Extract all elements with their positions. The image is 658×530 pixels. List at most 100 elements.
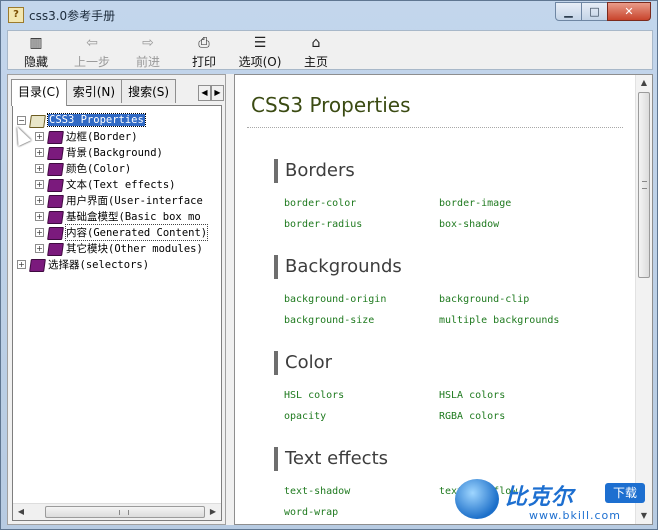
section-heading-color: Color [274, 351, 332, 375]
expand-icon[interactable]: + [35, 131, 44, 141]
book-icon [47, 162, 63, 175]
back-button-label: 上一步 [73, 55, 110, 69]
book-icon [47, 130, 63, 143]
hide-pane-icon: ▥ [29, 35, 43, 51]
tree-node-text-effects[interactable]: + 文本(Text effects) [35, 176, 176, 192]
link-rgba-colors[interactable]: RGBA colors [439, 411, 505, 422]
section-heading-text-effects: Text effects [274, 447, 388, 471]
window-controls: ▁ □ ✕ [555, 2, 651, 21]
tree-node-label: 用户界面(User-interface [66, 194, 203, 207]
watermark-badge: 下载 [605, 483, 645, 503]
print-button-label: 打印 [191, 55, 216, 69]
window-title: css3.0参考手册 [29, 9, 116, 23]
open-book-icon [29, 114, 45, 127]
expand-icon[interactable]: + [35, 147, 44, 157]
hide-button[interactable]: ▥ 隐藏 [8, 31, 64, 69]
forward-button-label: 前进 [135, 55, 160, 69]
title-bar[interactable]: ? css3.0参考手册 ▁ □ ✕ [1, 1, 657, 29]
link-background-origin[interactable]: background-origin [284, 294, 386, 305]
link-opacity[interactable]: opacity [284, 411, 326, 422]
link-multiple-backgrounds[interactable]: multiple backgrounds [439, 315, 559, 326]
tab-scroll-right-icon[interactable]: ▶ [211, 85, 224, 101]
tree-node-border[interactable]: + 边框(Border) [35, 128, 138, 144]
tree-node-label: 边框(Border) [66, 130, 138, 143]
tree-node-selectors[interactable]: + 选择器(selectors) [17, 256, 149, 272]
expand-icon[interactable]: + [35, 195, 44, 205]
tree-node-css3-properties[interactable]: − CSS3 Properties [17, 112, 146, 128]
options-icon: ☰ [253, 35, 267, 51]
link-hsla-colors[interactable]: HSLA colors [439, 390, 505, 401]
options-button[interactable]: ☰ 选项(O) [232, 31, 288, 69]
tree-node-user-interface[interactable]: + 用户界面(User-interface [35, 192, 203, 208]
tab-contents[interactable]: 目录(C) [11, 79, 67, 106]
tab-scroll: ◀ ▶ [198, 79, 224, 105]
content-vertical-scrollbar[interactable]: ▲ ▼ [635, 75, 652, 524]
expand-icon[interactable]: + [35, 211, 44, 221]
forward-arrow-icon: ⇨ [142, 35, 154, 51]
tree-node-label: 内容(Generated Content) [64, 223, 209, 241]
home-button-label: 主页 [303, 55, 328, 69]
hide-button-label: 隐藏 [23, 55, 48, 69]
scroll-thumb[interactable] [638, 92, 650, 278]
options-button-label: 选项(O) [238, 55, 282, 69]
tree-node-other-modules[interactable]: + 其它模块(Other modules) [35, 240, 203, 256]
page-title: CSS3 Properties [251, 93, 411, 117]
tree-node-label: 基础盒模型(Basic box mo [66, 210, 201, 223]
scroll-right-icon[interactable]: ▶ [205, 504, 221, 520]
watermark-logo-icon [455, 479, 499, 519]
forward-button[interactable]: ⇨ 前进 [120, 31, 176, 69]
title-divider [247, 127, 623, 128]
tree-node-label: 颜色(Color) [66, 162, 132, 175]
scroll-left-icon[interactable]: ◀ [13, 504, 29, 520]
grip-icon [642, 181, 647, 189]
tree-node-generated-content[interactable]: + 内容(Generated Content) [35, 223, 209, 241]
book-icon [47, 210, 63, 223]
help-window: ? css3.0参考手册 ▁ □ ✕ ▥ 隐藏 ⇦ 上一步 ⇨ 前进 ⎙ 打印 … [0, 0, 658, 530]
tree-node-label: 其它模块(Other modules) [66, 242, 203, 255]
book-icon [47, 242, 63, 255]
expand-icon[interactable]: + [35, 163, 44, 173]
topic-content: CSS3 Properties Borders border-color bor… [235, 75, 635, 524]
section-heading-borders: Borders [274, 159, 355, 183]
link-text-shadow[interactable]: text-shadow [284, 486, 350, 497]
close-button[interactable]: ✕ [607, 2, 651, 21]
print-button[interactable]: ⎙ 打印 [176, 31, 232, 69]
printer-icon: ⎙ [198, 35, 210, 51]
link-border-radius[interactable]: border-radius [284, 219, 362, 230]
back-button[interactable]: ⇦ 上一步 [64, 31, 120, 69]
scroll-up-icon[interactable]: ▲ [636, 75, 652, 91]
nav-tabs: 目录(C) 索引(N) 搜索(S) ◀ ▶ [11, 79, 224, 106]
chm-help-icon: ? [8, 7, 24, 23]
expand-icon[interactable]: + [35, 179, 44, 189]
watermark-url: www.bkill.com [529, 509, 621, 522]
expand-icon[interactable]: + [35, 243, 44, 253]
maximize-button[interactable]: □ [581, 2, 608, 21]
minimize-button[interactable]: ▁ [555, 2, 582, 21]
link-border-image[interactable]: border-image [439, 198, 511, 209]
expand-icon[interactable]: + [17, 259, 26, 269]
content-pane: CSS3 Properties Borders border-color bor… [234, 74, 653, 525]
expand-icon[interactable]: + [35, 227, 44, 237]
home-button[interactable]: ⌂ 主页 [288, 31, 344, 69]
tree-node-color[interactable]: + 颜色(Color) [35, 160, 131, 176]
tree-horizontal-scrollbar[interactable]: ◀ ▶ [13, 503, 221, 520]
link-word-wrap[interactable]: word-wrap [284, 507, 338, 518]
link-box-shadow[interactable]: box-shadow [439, 219, 499, 230]
tree-node-label: 背景(Background) [66, 146, 163, 159]
scroll-thumb[interactable] [45, 506, 205, 518]
book-icon [47, 146, 63, 159]
tab-search[interactable]: 搜索(S) [121, 79, 177, 103]
collapse-icon[interactable]: − [17, 115, 26, 125]
link-background-size[interactable]: background-size [284, 315, 374, 326]
link-hsl-colors[interactable]: HSL colors [284, 390, 344, 401]
link-border-color[interactable]: border-color [284, 198, 356, 209]
book-icon [47, 194, 63, 207]
tab-scroll-left-icon[interactable]: ◀ [198, 85, 211, 101]
tab-index[interactable]: 索引(N) [65, 79, 123, 103]
link-background-clip[interactable]: background-clip [439, 294, 529, 305]
tree-node-background[interactable]: + 背景(Background) [35, 144, 163, 160]
pane-splitter[interactable] [226, 74, 234, 525]
toolbar: ▥ 隐藏 ⇦ 上一步 ⇨ 前进 ⎙ 打印 ☰ 选项(O) ⌂ 主页 [7, 30, 653, 70]
tree-node-basic-box-model[interactable]: + 基础盒模型(Basic box mo [35, 208, 201, 224]
watermark-brand: 比克尔 [505, 485, 575, 510]
